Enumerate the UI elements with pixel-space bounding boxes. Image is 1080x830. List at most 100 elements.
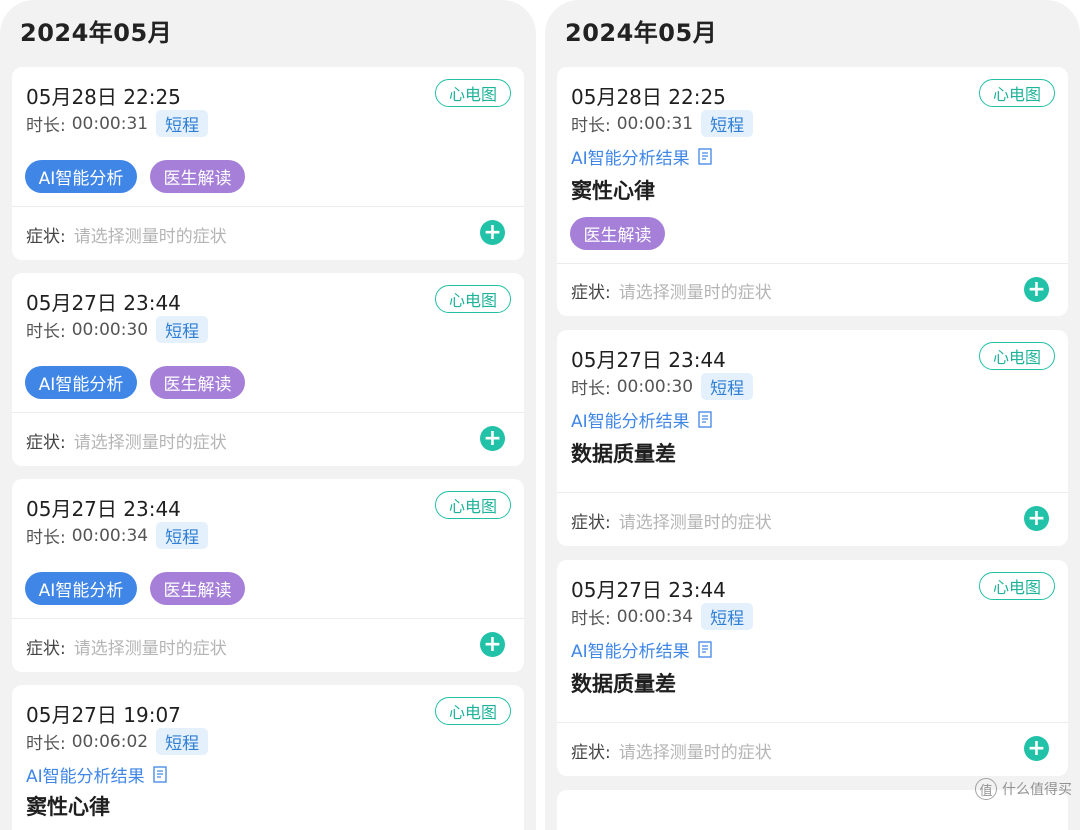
short-type-badge: 短程 bbox=[156, 316, 209, 343]
ecg-button[interactable]: 心电图 bbox=[979, 342, 1055, 370]
duration-value: 00:00:31 bbox=[616, 113, 694, 134]
ai-result-label: AI智能分析结果 bbox=[571, 642, 690, 662]
divider bbox=[12, 618, 524, 619]
record-duration: 时长: 00:00:31 短程 bbox=[571, 110, 754, 137]
record-duration: 时长: 00:00:34 短程 bbox=[26, 522, 209, 549]
duration-label: 时长: bbox=[26, 734, 66, 754]
short-type-badge: 短程 bbox=[156, 728, 209, 755]
record-card[interactable]: 05月27日 23:44 时长: 00:00:30 短程 心电图 AI智能分析 … bbox=[12, 273, 524, 466]
symptom-placeholder: 请选择测量时的症状 bbox=[73, 433, 227, 453]
ai-result-link[interactable]: AI智能分析结果 bbox=[571, 144, 713, 169]
divider bbox=[12, 206, 524, 207]
record-duration: 时长: 00:00:31 短程 bbox=[26, 110, 209, 137]
duration-label: 时长: bbox=[26, 116, 66, 136]
record-duration: 时长: 00:00:34 短程 bbox=[571, 603, 754, 630]
symptom-placeholder: 请选择测量时的症状 bbox=[618, 743, 772, 763]
ai-result-value: 窦性心律 bbox=[571, 179, 655, 203]
add-symptom-plus-icon[interactable]: + bbox=[1024, 736, 1049, 761]
add-symptom-plus-icon[interactable]: + bbox=[1024, 277, 1049, 302]
doctor-interpretation-button[interactable]: 医生解读 bbox=[150, 160, 245, 193]
ai-analysis-button[interactable]: AI智能分析 bbox=[25, 160, 137, 193]
record-card[interactable]: 05月27日 23:44 时长: 00:00:34 短程 心电图 AI智能分析结… bbox=[557, 560, 1068, 776]
record-datetime: 05月27日 23:44 bbox=[571, 578, 726, 602]
symptom-row[interactable]: 症状: 请选择测量时的症状 bbox=[26, 222, 227, 247]
ecg-button[interactable]: 心电图 bbox=[435, 79, 511, 107]
left-record-list: 2024年05月 05月28日 22:25 时长: 00:00:31 短程 心电… bbox=[0, 0, 536, 830]
record-card[interactable]: 05月28日 22:25 时长: 00:00:31 短程 心电图 AI智能分析 … bbox=[12, 67, 524, 260]
ecg-button[interactable]: 心电图 bbox=[435, 697, 511, 725]
record-datetime: 05月28日 22:25 bbox=[26, 85, 181, 109]
duration-label: 时长: bbox=[571, 116, 611, 136]
doctor-interpretation-button[interactable]: 医生解读 bbox=[150, 366, 245, 399]
record-card[interactable]: 05月27日 23:44 时长: 00:00:34 短程 心电图 AI智能分析 … bbox=[12, 479, 524, 672]
symptom-row[interactable]: 症状: 请选择测量时的症状 bbox=[571, 738, 772, 763]
report-icon bbox=[698, 641, 712, 658]
record-datetime: 05月27日 19:07 bbox=[26, 703, 181, 727]
record-card[interactable]: 05月27日 23:44 时长: 00:00:30 短程 心电图 AI智能分析结… bbox=[557, 330, 1068, 546]
ai-analysis-button[interactable]: AI智能分析 bbox=[25, 572, 137, 605]
ai-result-link[interactable]: AI智能分析结果 bbox=[26, 762, 168, 787]
divider bbox=[12, 412, 524, 413]
symptom-placeholder: 请选择测量时的症状 bbox=[73, 227, 227, 247]
duration-value: 00:00:34 bbox=[616, 606, 694, 627]
short-type-badge: 短程 bbox=[701, 603, 754, 630]
symptom-row[interactable]: 症状: 请选择测量时的症状 bbox=[26, 428, 227, 453]
doctor-interpretation-button[interactable]: 医生解读 bbox=[570, 217, 665, 250]
add-symptom-plus-icon[interactable]: + bbox=[480, 632, 505, 657]
ai-result-value: 窦性心律 bbox=[26, 795, 110, 819]
ecg-button[interactable]: 心电图 bbox=[435, 285, 511, 313]
divider bbox=[557, 492, 1068, 493]
ai-result-link[interactable]: AI智能分析结果 bbox=[571, 637, 713, 662]
short-type-badge: 短程 bbox=[156, 522, 209, 549]
record-datetime: 05月27日 23:44 bbox=[571, 348, 726, 372]
report-icon bbox=[698, 411, 712, 428]
symptom-row[interactable]: 症状: 请选择测量时的症状 bbox=[571, 278, 772, 303]
ai-result-value: 数据质量差 bbox=[571, 672, 676, 696]
symptom-label: 症状: bbox=[26, 433, 66, 453]
ecg-button[interactable]: 心电图 bbox=[979, 79, 1055, 107]
duration-value: 00:00:31 bbox=[71, 113, 149, 134]
duration-value: 00:00:30 bbox=[71, 319, 149, 340]
doctor-interpretation-button[interactable]: 医生解读 bbox=[150, 572, 245, 605]
watermark-text: 什么值得买 bbox=[1002, 782, 1072, 798]
short-type-badge: 短程 bbox=[701, 373, 754, 400]
record-card[interactable]: 05月28日 22:25 时长: 00:00:31 短程 心电图 AI智能分析结… bbox=[557, 67, 1068, 316]
record-datetime: 05月27日 23:44 bbox=[26, 291, 181, 315]
duration-value: 00:00:30 bbox=[616, 376, 694, 397]
right-record-list: 2024年05月 05月28日 22:25 时长: 00:00:31 短程 心电… bbox=[545, 0, 1080, 830]
ai-result-link[interactable]: AI智能分析结果 bbox=[571, 407, 713, 432]
divider bbox=[557, 722, 1068, 723]
record-duration: 时长: 00:00:30 短程 bbox=[571, 373, 754, 400]
ecg-button[interactable]: 心电图 bbox=[435, 491, 511, 519]
short-type-badge: 短程 bbox=[701, 110, 754, 137]
watermark: 值 什么值得买 bbox=[975, 778, 1072, 800]
symptom-label: 症状: bbox=[571, 283, 611, 303]
symptom-row[interactable]: 症状: 请选择测量时的症状 bbox=[26, 634, 227, 659]
add-symptom-plus-icon[interactable]: + bbox=[480, 220, 505, 245]
ai-result-label: AI智能分析结果 bbox=[571, 412, 690, 432]
symptom-row[interactable]: 症状: 请选择测量时的症状 bbox=[571, 508, 772, 533]
symptom-label: 症状: bbox=[571, 743, 611, 763]
add-symptom-plus-icon[interactable]: + bbox=[480, 426, 505, 451]
duration-label: 时长: bbox=[26, 322, 66, 342]
short-type-badge: 短程 bbox=[156, 110, 209, 137]
duration-label: 时长: bbox=[26, 528, 66, 548]
add-symptom-plus-icon[interactable]: + bbox=[1024, 506, 1049, 531]
duration-label: 时长: bbox=[571, 609, 611, 629]
duration-value: 00:06:02 bbox=[71, 731, 149, 752]
record-datetime: 05月27日 23:44 bbox=[26, 497, 181, 521]
record-card[interactable]: 05月27日 19:07 时长: 00:06:02 短程 心电图 AI智能分析结… bbox=[12, 685, 524, 830]
month-header: 2024年05月 bbox=[20, 19, 173, 47]
ai-result-label: AI智能分析结果 bbox=[571, 149, 690, 169]
ai-analysis-button[interactable]: AI智能分析 bbox=[25, 366, 137, 399]
symptom-placeholder: 请选择测量时的症状 bbox=[73, 639, 227, 659]
report-icon bbox=[698, 148, 712, 165]
ecg-button[interactable]: 心电图 bbox=[979, 572, 1055, 600]
duration-label: 时长: bbox=[571, 379, 611, 399]
record-duration: 时长: 00:00:30 短程 bbox=[26, 316, 209, 343]
symptom-placeholder: 请选择测量时的症状 bbox=[618, 283, 772, 303]
record-duration: 时长: 00:06:02 短程 bbox=[26, 728, 209, 755]
report-icon bbox=[153, 766, 167, 783]
symptom-label: 症状: bbox=[571, 513, 611, 533]
month-header: 2024年05月 bbox=[565, 19, 718, 47]
